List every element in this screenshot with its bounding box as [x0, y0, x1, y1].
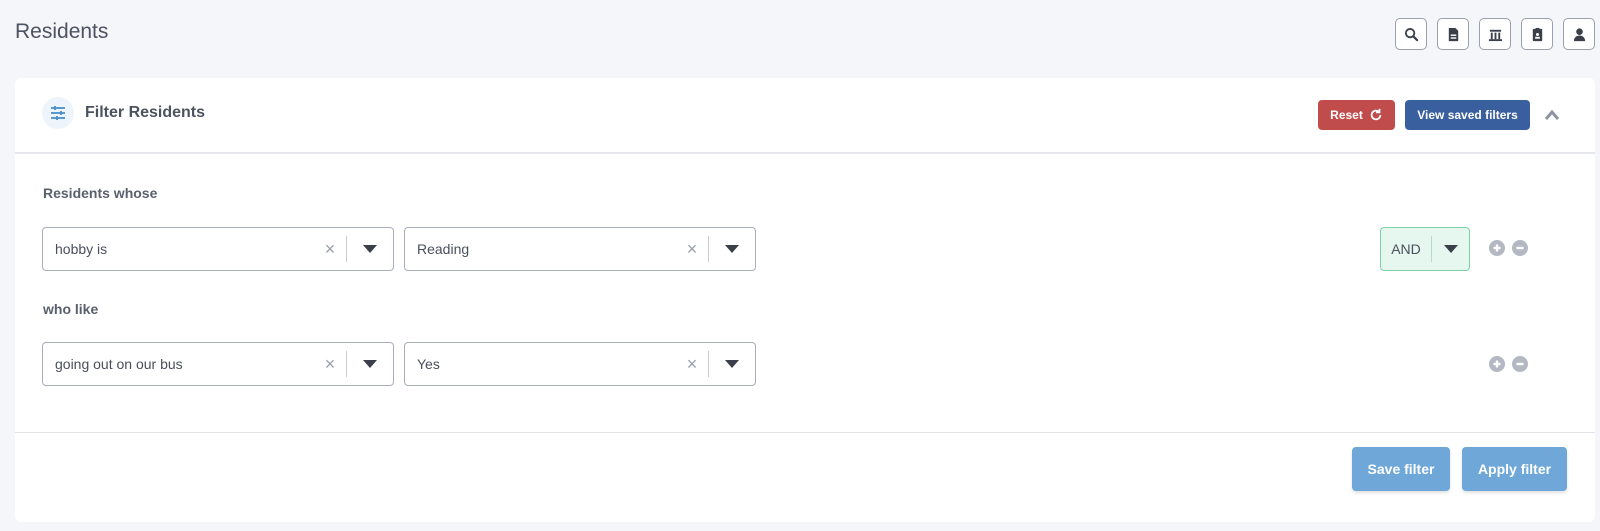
row-controls: [1489, 356, 1528, 372]
group-label: who like: [43, 301, 99, 317]
add-condition-button[interactable]: [1489, 356, 1505, 372]
value-select-value: Yes: [417, 356, 440, 372]
clear-icon[interactable]: ×: [676, 354, 708, 375]
page-title: Residents: [15, 20, 109, 43]
chevron-up-icon: [1544, 109, 1560, 120]
clear-icon[interactable]: ×: [314, 354, 346, 375]
remove-condition-button[interactable]: [1512, 240, 1528, 256]
collapse-button[interactable]: [1540, 104, 1564, 126]
view-saved-filters-button[interactable]: View saved filters: [1405, 100, 1530, 130]
apply-filter-button[interactable]: Apply filter: [1462, 447, 1567, 491]
add-condition-button[interactable]: [1489, 240, 1505, 256]
clipboard-icon: [1532, 27, 1542, 41]
plus-icon: [1493, 360, 1501, 368]
user-icon: [1573, 27, 1585, 41]
filter-panel-header: Filter Residents Reset View saved filter…: [15, 78, 1595, 154]
chevron-down-icon[interactable]: [709, 244, 755, 254]
building-icon: [1488, 29, 1502, 41]
field-select-value: hobby is: [55, 241, 108, 257]
row-controls: [1489, 240, 1528, 256]
chevron-down-icon[interactable]: [709, 359, 755, 369]
reset-button-label: Reset: [1330, 108, 1363, 122]
chevron-down-icon[interactable]: [347, 359, 393, 369]
filter-panel: Filter Residents Reset View saved filter…: [15, 78, 1595, 522]
document-button[interactable]: [1437, 18, 1469, 50]
value-select[interactable]: Reading ×: [404, 227, 756, 271]
minus-icon: [1516, 246, 1524, 250]
footer-divider: [15, 432, 1595, 433]
search-button[interactable]: [1395, 18, 1427, 50]
sliders-icon: [51, 106, 65, 120]
conjunction-select[interactable]: AND: [1380, 227, 1470, 271]
document-icon: [1448, 27, 1458, 41]
conjunction-value: AND: [1391, 241, 1421, 257]
building-button[interactable]: [1479, 18, 1511, 50]
field-select[interactable]: hobby is ×: [42, 227, 394, 271]
chevron-down-icon[interactable]: [347, 244, 393, 254]
refresh-icon: [1370, 108, 1382, 121]
reset-button[interactable]: Reset: [1318, 100, 1395, 130]
filter-icon-badge: [42, 97, 74, 129]
remove-condition-button[interactable]: [1512, 356, 1528, 372]
plus-icon: [1493, 244, 1501, 252]
filter-panel-title: Filter Residents: [85, 104, 206, 121]
top-actions: [1395, 18, 1595, 50]
clipboard-button[interactable]: [1521, 18, 1553, 50]
chevron-down-icon[interactable]: [1432, 244, 1469, 254]
clear-icon[interactable]: ×: [676, 239, 708, 260]
top-bar: Residents: [0, 0, 1600, 68]
clear-icon[interactable]: ×: [314, 239, 346, 260]
user-button[interactable]: [1563, 18, 1595, 50]
search-icon: [1404, 27, 1418, 41]
field-select[interactable]: going out on our bus ×: [42, 342, 394, 386]
minus-icon: [1516, 362, 1524, 366]
field-select-value: going out on our bus: [55, 356, 183, 372]
value-select[interactable]: Yes ×: [404, 342, 756, 386]
group-label: Residents whose: [43, 185, 158, 201]
save-filter-button[interactable]: Save filter: [1352, 447, 1450, 491]
value-select-value: Reading: [417, 241, 470, 257]
